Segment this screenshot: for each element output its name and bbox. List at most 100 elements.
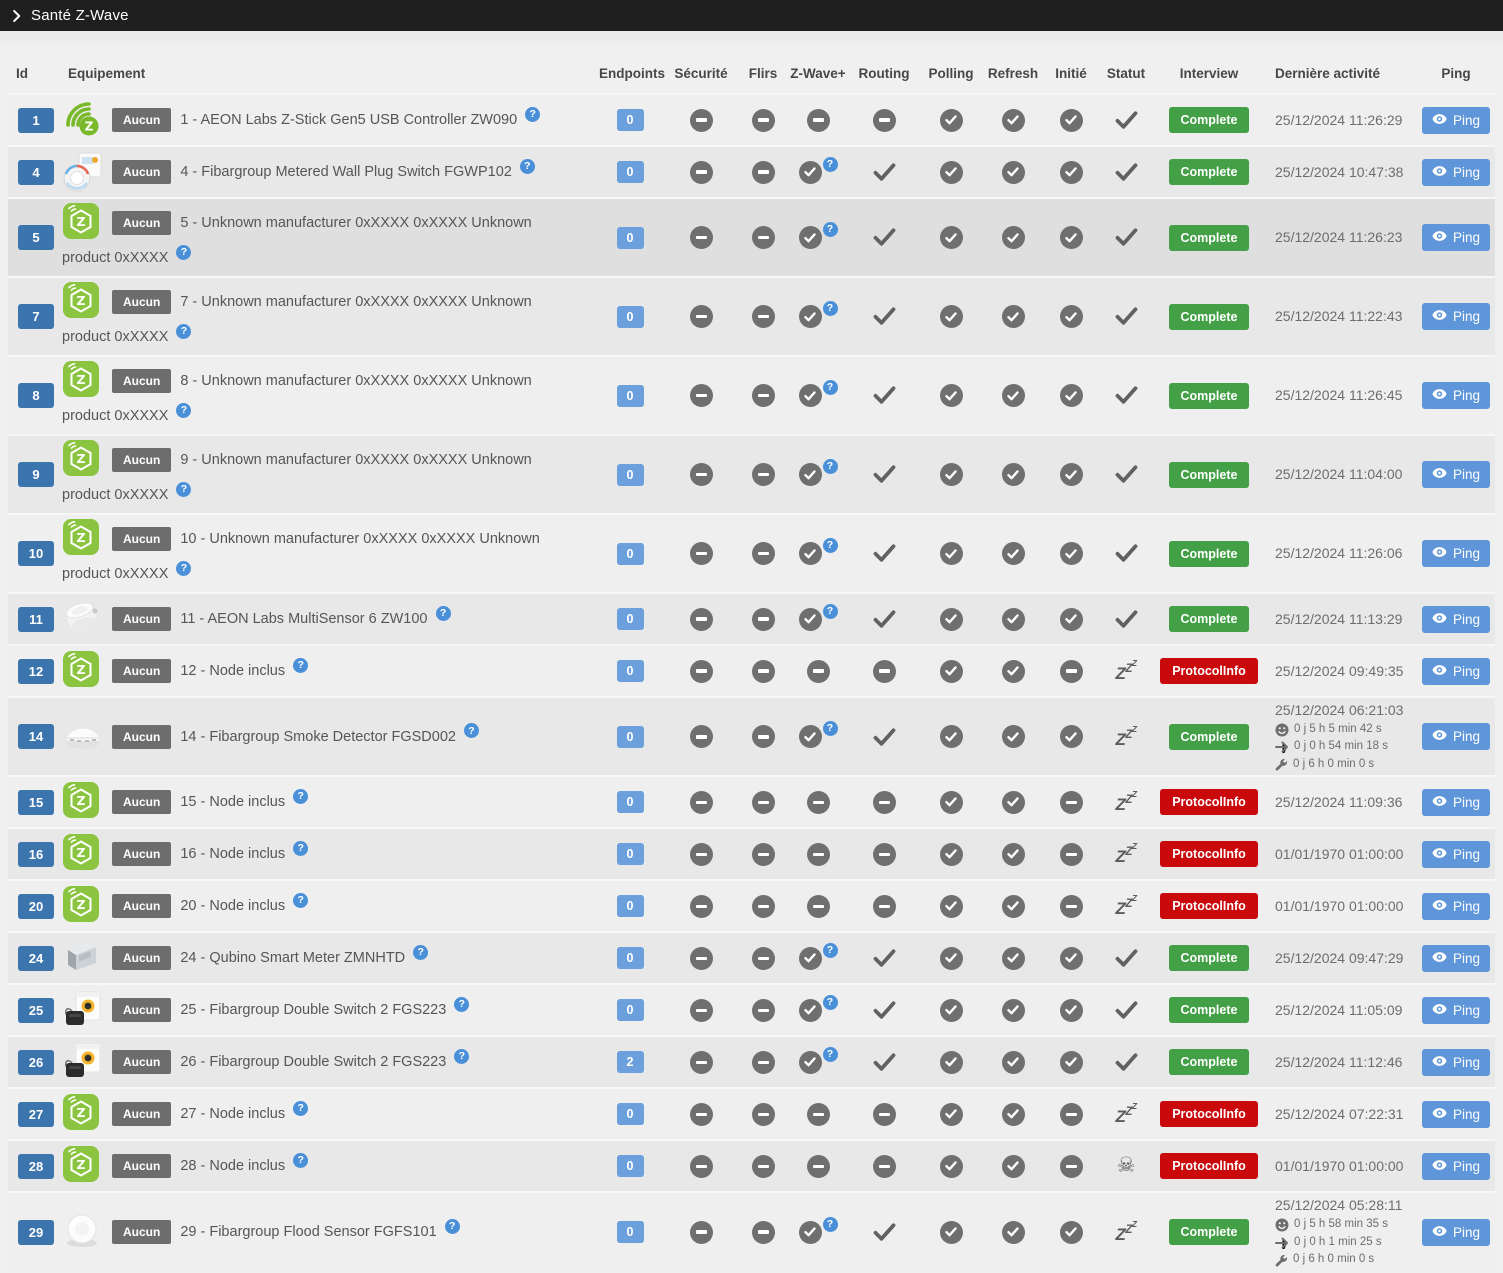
refresh-status [983,790,1043,815]
help-icon[interactable]: ? [293,841,308,856]
interview-badge: Complete [1169,997,1250,1023]
device-id-badge: 24 [18,946,54,971]
flirs-status [739,1050,787,1075]
ping-button[interactable]: Ping [1422,841,1490,868]
check-icon [1115,387,1138,404]
minus-circle-icon [1060,791,1083,814]
ping-button-label: Ping [1453,309,1480,324]
ping-button[interactable]: Ping [1422,1101,1490,1128]
endpoints-badge: 0 [617,999,644,1021]
device-id-badge: 11 [18,607,54,632]
sleep-icon: ZZZ [1115,666,1136,683]
help-icon[interactable]: ? [293,789,308,804]
help-icon[interactable]: ? [823,301,838,316]
last-activity-datetime: 25/12/2024 11:26:45 [1275,386,1413,405]
refresh-status [983,225,1043,250]
help-icon[interactable]: ? [293,893,308,908]
initie-status [1043,1220,1099,1245]
help-icon[interactable]: ? [823,222,838,237]
check-circle-icon [799,161,822,184]
help-icon[interactable]: ? [413,945,428,960]
help-icon[interactable]: ? [464,723,479,738]
help-icon[interactable]: ? [176,245,191,260]
last-activity: 01/01/1970 01:00:00 [1265,1156,1417,1177]
check-circle-icon [940,660,963,683]
device-name: 1 - AEON Labs Z-Stick Gen5 USB Controlle… [180,112,521,128]
help-icon[interactable]: ? [823,459,838,474]
help-icon[interactable]: ? [823,538,838,553]
help-icon[interactable]: ? [823,1217,838,1232]
help-icon[interactable]: ? [445,1219,460,1234]
ping-button[interactable]: Ping [1422,159,1490,186]
association-badge: Aucun [112,659,171,683]
ping-button[interactable]: Ping [1422,382,1490,409]
help-icon[interactable]: ? [823,157,838,172]
check-circle-icon [1002,305,1025,328]
help-icon[interactable]: ? [293,658,308,673]
ping-button[interactable]: Ping [1422,997,1490,1024]
help-icon[interactable]: ? [293,1101,308,1116]
device-name: 16 - Node inclus [180,846,289,862]
ping-button[interactable]: Ping [1422,303,1490,330]
table-body: 1 ZAucun1 - AEON Labs Z-Stick Gen5 USB C… [8,93,1495,1271]
ping-button[interactable]: Ping [1422,224,1490,251]
minus-circle-icon [690,1221,713,1244]
help-icon[interactable]: ? [823,380,838,395]
ping-button[interactable]: Ping [1422,945,1490,972]
help-icon[interactable]: ? [823,995,838,1010]
check-icon [1115,610,1138,627]
ping-button[interactable]: Ping [1422,789,1490,816]
device-name: 29 - Fibargroup Flood Sensor FGFS101 [180,1224,440,1240]
help-icon[interactable]: ? [436,606,451,621]
zwave-node-icon: Z [62,360,100,398]
smiley-icon [1275,723,1289,737]
help-icon[interactable]: ? [823,943,838,958]
device-name: 14 - Fibargroup Smoke Detector FGSD002 [180,729,460,745]
ping-button-label: Ping [1453,899,1480,914]
help-icon[interactable]: ? [454,997,469,1012]
help-icon[interactable]: ? [454,1049,469,1064]
check-circle-icon [940,1155,963,1178]
device-image [62,151,104,193]
help-icon[interactable]: ? [823,721,838,736]
activity-extra: 0 j 0 h 1 min 25 s [1275,1235,1413,1251]
zwave-node-icon: Z [62,1145,100,1183]
help-icon[interactable]: ? [176,482,191,497]
ping-button[interactable]: Ping [1422,1049,1490,1076]
zwaveplus-status: ? [787,462,849,487]
din-module-photo [62,937,102,975]
help-icon[interactable]: ? [176,324,191,339]
ping-button[interactable]: Ping [1422,658,1490,685]
interview-badge: ProtocolInfo [1160,893,1258,919]
help-icon[interactable]: ? [520,159,535,174]
ping-button[interactable]: Ping [1422,893,1490,920]
help-icon[interactable]: ? [823,1047,838,1062]
securite-status [663,108,739,133]
initie-status [1043,724,1099,749]
last-activity: 25/12/2024 11:12:46 [1265,1052,1417,1073]
securite-status [663,607,739,632]
ping-button[interactable]: Ping [1422,540,1490,567]
ping-button[interactable]: Ping [1422,606,1490,633]
ping-button[interactable]: Ping [1422,1219,1490,1246]
help-icon[interactable]: ? [176,403,191,418]
ping-button[interactable]: Ping [1422,461,1490,488]
arrow-right-icon [1275,741,1289,753]
help-icon[interactable]: ? [176,561,191,576]
ping-button[interactable]: Ping [1422,723,1490,750]
help-icon[interactable]: ? [293,1153,308,1168]
device-id-badge: 5 [18,225,54,250]
eye-icon [1432,847,1447,862]
help-icon[interactable]: ? [525,107,540,122]
ping-button[interactable]: Ping [1422,107,1490,134]
ping-button[interactable]: Ping [1422,1153,1490,1180]
flirs-status [739,160,787,185]
minus-circle-icon [752,1051,775,1074]
flirs-status [739,724,787,749]
check-icon [873,610,896,627]
table-row: 11 Aucun11 - AEON Labs MultiSensor 6 ZW1… [8,592,1495,644]
svg-text:Z: Z [76,897,85,912]
help-icon[interactable]: ? [823,604,838,619]
initie-status [1043,1102,1099,1127]
securite-status [663,1220,739,1245]
